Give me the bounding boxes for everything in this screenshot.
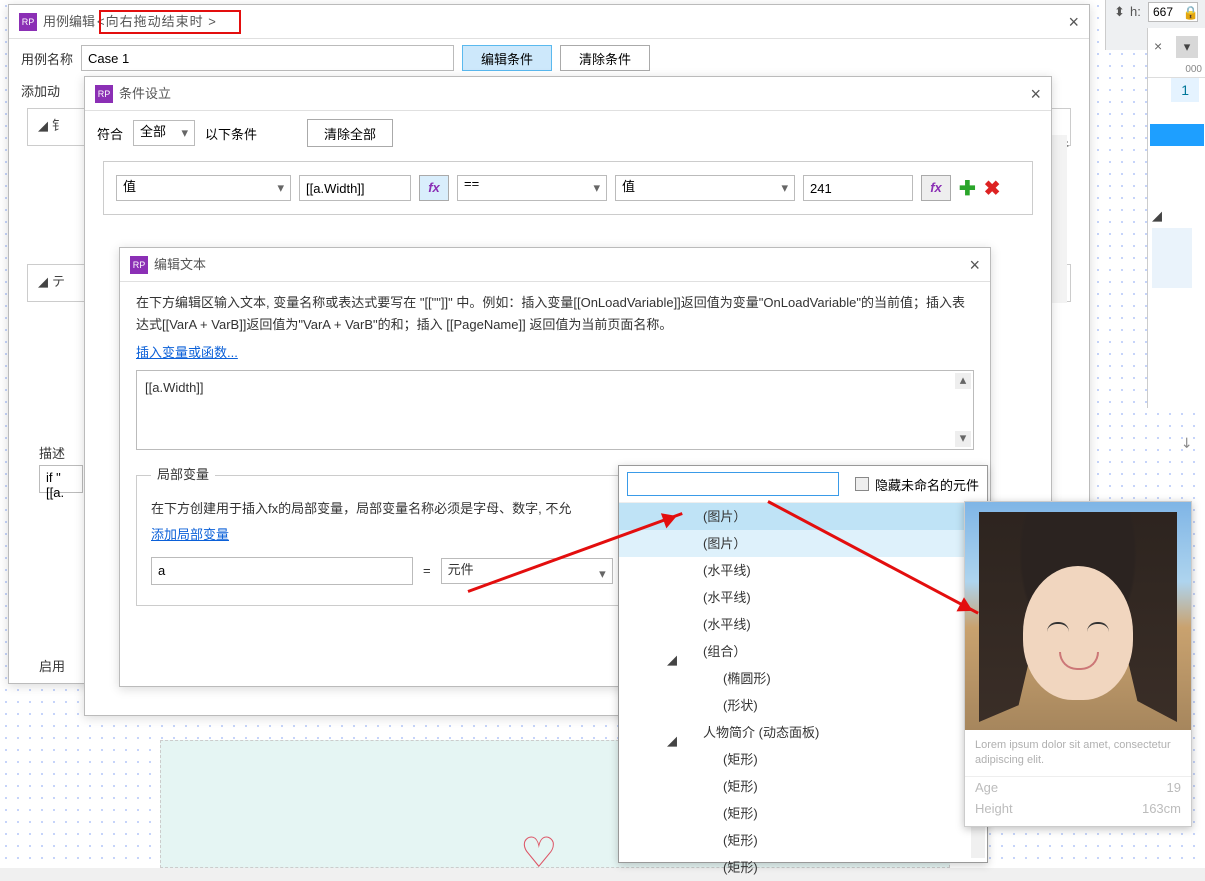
hide-unnamed-checkbox[interactable] bbox=[855, 477, 869, 491]
h-label: h: bbox=[1130, 4, 1141, 19]
add-action-label: 添加动 bbox=[21, 84, 60, 99]
delete-condition-icon[interactable]: ✖ bbox=[984, 176, 1001, 201]
element-list: (图片） (图片） (水平线) (水平线) (水平线) ◢(组合） (椭圆形) … bbox=[619, 503, 987, 881]
expression-value: [[a.Width]] bbox=[145, 380, 204, 395]
list-item[interactable]: (矩形) bbox=[619, 773, 987, 800]
list-item[interactable]: ◢(组合） bbox=[619, 638, 987, 665]
var-name-input[interactable] bbox=[151, 557, 413, 585]
d1-scrollbar[interactable] bbox=[1051, 135, 1067, 303]
list-item[interactable]: ◢人物简介 (动态面板) bbox=[619, 719, 987, 746]
popup-toolbar: 隐藏未命名的元件 bbox=[619, 466, 987, 503]
tree-expand-icon[interactable]: ◢ bbox=[1152, 208, 1162, 224]
match-suffix: 以下条件 bbox=[205, 124, 257, 143]
height-value: 163cm bbox=[1142, 801, 1181, 816]
left-type-select[interactable]: 值 bbox=[116, 175, 291, 201]
face-shape bbox=[1023, 566, 1133, 700]
match-label: 符合 bbox=[97, 124, 123, 143]
close-tab-icon[interactable]: × bbox=[1154, 38, 1162, 54]
title-highlight bbox=[99, 10, 241, 34]
rp-logo-icon-2: RP bbox=[95, 85, 113, 103]
equals-sign: = bbox=[423, 560, 431, 582]
d3-close-icon[interactable]: × bbox=[969, 248, 980, 282]
edit-condition-button[interactable]: 编辑条件 bbox=[462, 45, 552, 71]
case-name-label: 用例名称 bbox=[21, 49, 73, 68]
operator-select[interactable]: == bbox=[457, 175, 607, 201]
heart-icon: ♡ bbox=[520, 828, 558, 877]
scroll-down-icon[interactable]: ▾ bbox=[955, 431, 971, 447]
fx-button-right[interactable]: fx bbox=[921, 175, 951, 201]
lock-icon[interactable]: 🔒 bbox=[1183, 5, 1199, 21]
blue-marker bbox=[1150, 124, 1204, 146]
add-condition-icon[interactable]: ✚ bbox=[959, 176, 976, 201]
case-name-input[interactable] bbox=[81, 45, 454, 71]
list-item[interactable]: (矩形) bbox=[619, 827, 987, 854]
list-item[interactable]: (矩形) bbox=[619, 746, 987, 773]
hide-unnamed-label: 隐藏未命名的元件 bbox=[875, 475, 979, 494]
d2-titlebar: RP 条件设立 × bbox=[85, 77, 1051, 111]
clear-all-button[interactable]: 清除全部 bbox=[307, 119, 393, 147]
left-value-input[interactable] bbox=[299, 175, 411, 201]
fx-button-left[interactable]: fx bbox=[419, 175, 449, 201]
search-input[interactable] bbox=[627, 472, 839, 496]
tab-number[interactable]: 1 bbox=[1171, 78, 1199, 102]
right-sidebar: × ▾ 000 1 ◢ bbox=[1147, 28, 1205, 408]
age-value: 19 bbox=[1167, 780, 1181, 795]
list-item[interactable]: (椭圆形) bbox=[619, 665, 987, 692]
dropdown-icon[interactable]: ▾ bbox=[1176, 36, 1198, 58]
d1-close-icon[interactable]: × bbox=[1068, 5, 1079, 39]
clear-condition-button[interactable]: 清除条件 bbox=[560, 45, 650, 71]
thumb-preview bbox=[1152, 228, 1192, 288]
add-local-var-link[interactable]: 添加局部变量 bbox=[151, 527, 229, 542]
description-label: 描述 bbox=[39, 443, 65, 462]
d2-title: 条件设立 bbox=[119, 77, 171, 111]
expression-textarea[interactable]: [[a.Width]] ▴ ▾ bbox=[136, 370, 974, 450]
d3-titlebar: RP 编辑文本 × bbox=[120, 248, 990, 282]
profile-caption: Lorem ipsum dolor sit amet, consectetur … bbox=[965, 730, 1191, 777]
rp-logo-icon: RP bbox=[19, 13, 37, 31]
ruler: 000 bbox=[1148, 64, 1205, 78]
profile-card: Lorem ipsum dolor sit amet, consectetur … bbox=[964, 501, 1192, 827]
insert-var-link[interactable]: 插入变量或函数... bbox=[136, 345, 238, 360]
h-icon: ⬍ bbox=[1114, 4, 1125, 20]
age-label: Age bbox=[975, 780, 998, 795]
local-var-legend: 局部变量 bbox=[151, 464, 215, 486]
match-select[interactable]: 全部 bbox=[133, 120, 195, 146]
list-item[interactable]: (图片） bbox=[619, 530, 987, 557]
list-item[interactable]: (形状) bbox=[619, 692, 987, 719]
list-item[interactable]: (矩形) bbox=[619, 800, 987, 827]
condition-row: 值 fx == 值 fx ✚ ✖ bbox=[103, 161, 1033, 215]
right-value-input[interactable] bbox=[803, 175, 913, 201]
scroll-up-icon[interactable]: ▴ bbox=[955, 373, 971, 389]
d3-title: 编辑文本 bbox=[154, 248, 206, 282]
d1-title-prefix: 用例编辑 bbox=[43, 5, 95, 39]
list-item[interactable]: (水平线) bbox=[619, 557, 987, 584]
enable-label: 启用 bbox=[39, 659, 65, 674]
profile-photo bbox=[965, 502, 1191, 730]
if-expression[interactable]: if "[[a. bbox=[39, 465, 83, 493]
d2-close-icon[interactable]: × bbox=[1030, 77, 1041, 111]
instructions-text: 在下方编辑区输入文本, 变量名称或表达式要写在 "[[""]]" 中。例如：插入… bbox=[136, 292, 974, 336]
right-type-select[interactable]: 值 bbox=[615, 175, 795, 201]
expand-icon[interactable]: ◢ bbox=[38, 118, 48, 133]
rp-logo-icon-3: RP bbox=[130, 256, 148, 274]
expand-icon-2[interactable]: ◢ bbox=[38, 274, 48, 289]
list-item[interactable]: (水平线) bbox=[619, 611, 987, 638]
height-label: Height bbox=[975, 801, 1013, 816]
